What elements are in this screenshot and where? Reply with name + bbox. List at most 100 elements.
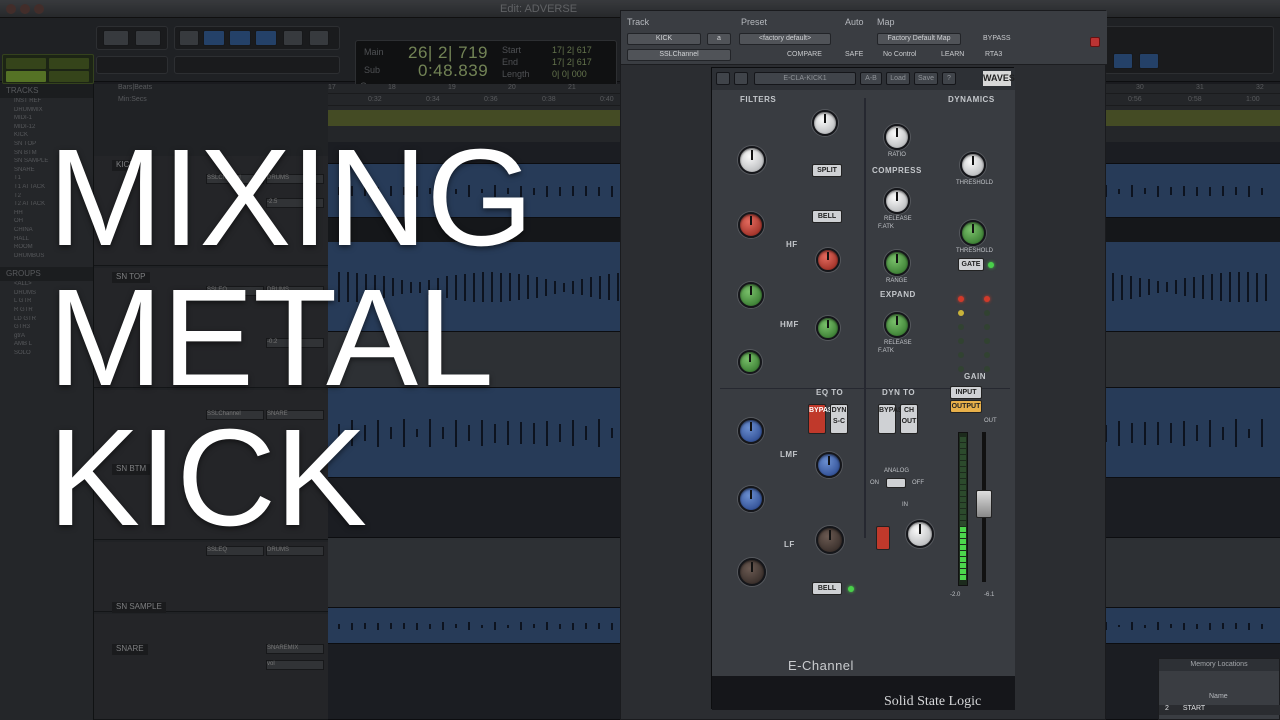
comp-fast-attack-label: F.ATK [878, 224, 894, 230]
comp-threshold-knob[interactable] [960, 152, 986, 178]
headline-line-2: METAL [48, 261, 494, 415]
split-button[interactable]: SPLIT [812, 164, 842, 177]
meter-segment [960, 557, 966, 562]
lpf-knob[interactable] [738, 146, 766, 174]
redo-button[interactable] [734, 72, 748, 85]
lf-bell-button[interactable]: BELL [812, 582, 842, 595]
load-button[interactable]: Load [886, 72, 910, 85]
gate-threshold-knob[interactable] [960, 220, 986, 246]
preset-label: Preset [741, 17, 768, 27]
plugin-window: Track Preset Auto Map KICK a <factory de… [620, 10, 1107, 720]
track-selector[interactable]: KICK [627, 33, 701, 45]
meter-segment [960, 545, 966, 550]
lmf-freq-knob[interactable] [816, 452, 842, 478]
eq-dyn-sc-button[interactable]: DYN S-C [830, 404, 848, 434]
compare-button[interactable]: COMPARE [787, 51, 822, 58]
ratio-label: RATIO [888, 152, 906, 158]
lf-bell-led [848, 586, 854, 592]
hmf-gain-knob[interactable] [738, 282, 764, 308]
meter-segment [960, 569, 966, 574]
dyn-bypass-button[interactable]: BYPASS [878, 404, 907, 434]
plugin-header: Track Preset Auto Map KICK a <factory de… [621, 11, 1107, 65]
range-knob[interactable] [884, 250, 910, 276]
eq-bypass-button[interactable]: BYPASS [808, 404, 837, 434]
meter-segment [960, 503, 966, 508]
hf-freq-knob[interactable] [816, 248, 840, 272]
gr-led [958, 296, 964, 302]
comp-release-knob[interactable] [884, 188, 910, 214]
output-fader[interactable] [976, 490, 992, 518]
hpf-knob[interactable] [812, 110, 838, 136]
meter-segment [960, 437, 966, 442]
map-label: Map [877, 17, 895, 27]
analog-toggle[interactable] [886, 478, 906, 488]
meter-segment [960, 491, 966, 496]
gate-led [988, 262, 994, 268]
input-meter [958, 432, 968, 586]
undo-button[interactable] [716, 72, 730, 85]
gr-led [984, 324, 990, 330]
meter-segment [960, 443, 966, 448]
input-trim-knob[interactable] [906, 520, 934, 548]
input-trim-button[interactable]: INPUT [950, 386, 982, 399]
bypass-button[interactable]: BYPASS [983, 35, 1011, 42]
gr-led [984, 338, 990, 344]
waves-toolbar: E-CLA-KICK1 A-B Load Save ? WAVES [712, 68, 1015, 90]
headline-line-1: MIXING [48, 121, 534, 275]
gr-led [984, 352, 990, 358]
hf-gain-knob[interactable] [738, 212, 764, 238]
rta-button[interactable]: RTA3 [985, 51, 1002, 58]
analog-off-label: OFF [912, 480, 924, 486]
video-title-overlay: MIXING METAL KICK [48, 121, 534, 548]
ssl-e-channel: E-CLA-KICK1 A-B Load Save ? WAVES FILTER… [711, 67, 1015, 710]
ratio-knob[interactable] [884, 124, 910, 150]
expand-release-knob[interactable] [884, 312, 910, 338]
filters-title: FILTERS [740, 95, 777, 104]
meter-segment [960, 497, 966, 502]
output-peak-readout: -6.1 [984, 592, 995, 598]
hmf-freq-knob[interactable] [816, 316, 840, 340]
meter-segment [960, 521, 966, 526]
memory-location-row[interactable]: 2 START [1159, 705, 1280, 715]
hmf-label: HMF [780, 320, 799, 329]
gr-led [958, 352, 964, 358]
gate-button[interactable]: GATE [958, 258, 984, 271]
track-label: Track [627, 17, 650, 27]
expand-title: EXPAND [880, 290, 916, 299]
auto-label: Auto [845, 17, 864, 27]
lmf-gain-knob[interactable] [738, 418, 764, 444]
name-column-header[interactable]: Name [1159, 693, 1280, 703]
analog-on-label: ON [870, 480, 879, 486]
plugin-selector[interactable]: SSLChannel [627, 49, 731, 61]
lmf-q-knob[interactable] [738, 486, 764, 512]
hf-bell-button[interactable]: BELL [812, 210, 842, 223]
output-trim-button[interactable]: OUTPUT [950, 400, 982, 413]
gr-led [984, 296, 990, 302]
safe-button[interactable]: SAFE [845, 51, 863, 58]
waves-logo: WAVES [983, 71, 1015, 86]
dyn-ch-out-button[interactable]: CH OUT [900, 404, 918, 434]
help-button[interactable]: ? [942, 72, 956, 85]
meter-segment [960, 527, 966, 532]
no-control-readout: No Control [883, 51, 917, 58]
map-selector[interactable]: Factory Default Map [877, 33, 961, 45]
gr-led [958, 338, 964, 344]
insert-position-selector[interactable]: a [707, 33, 731, 45]
range-label: RANGE [886, 278, 908, 284]
plugin-power-icon[interactable] [1090, 37, 1100, 47]
ab-button[interactable]: A-B [860, 72, 882, 85]
save-button[interactable]: Save [914, 72, 938, 85]
lf-freq-knob[interactable] [816, 526, 844, 554]
hmf-q-knob[interactable] [738, 350, 762, 374]
meter-segment [960, 575, 966, 580]
phase-button[interactable] [876, 526, 890, 550]
lf-gain-knob[interactable] [738, 558, 766, 586]
waves-preset-display[interactable]: E-CLA-KICK1 [754, 72, 856, 85]
meter-segment [960, 563, 966, 568]
preset-selector[interactable]: <factory default> [739, 33, 831, 45]
lf-label: LF [784, 540, 795, 549]
learn-button[interactable]: LEARN [941, 51, 964, 58]
meter-segment [960, 449, 966, 454]
meter-segment [960, 485, 966, 490]
comp-release-label: RELEASE [884, 216, 912, 222]
